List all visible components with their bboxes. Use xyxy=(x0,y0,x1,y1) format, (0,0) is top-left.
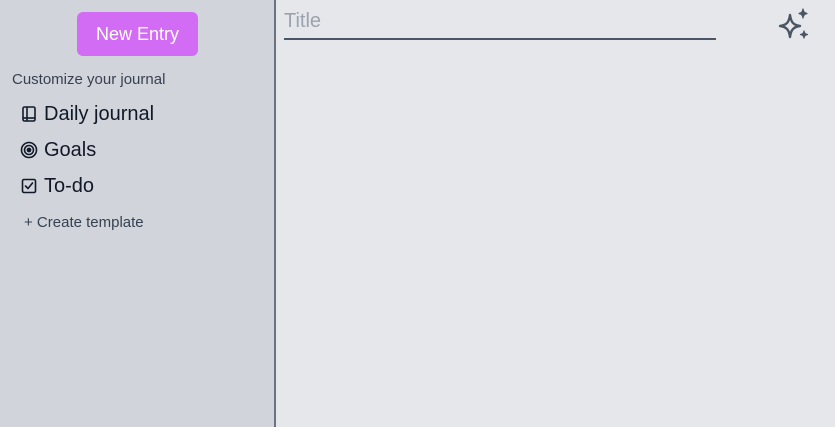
create-template-link[interactable]: + Create template xyxy=(24,214,144,231)
template-label: Goals xyxy=(44,138,97,161)
new-entry-button[interactable]: New Entry xyxy=(77,12,198,56)
template-label: Daily journal xyxy=(44,102,155,125)
template-list: Daily journal Goals To-do xyxy=(20,100,154,208)
app-window: New Entry Customize your journal Daily j… xyxy=(0,0,835,427)
customize-journal-heading: Customize your journal xyxy=(12,71,166,88)
title-input[interactable] xyxy=(284,4,716,40)
target-icon xyxy=(20,141,38,159)
template-label: To-do xyxy=(44,174,95,197)
ai-sparkle-button[interactable] xyxy=(774,6,814,44)
editor-pane xyxy=(276,0,835,427)
book-icon xyxy=(20,105,38,123)
checkbox-icon xyxy=(20,177,38,195)
template-item-goals[interactable]: Goals xyxy=(20,136,154,164)
template-item-to-do[interactable]: To-do xyxy=(20,172,154,200)
template-item-daily-journal[interactable]: Daily journal xyxy=(20,100,154,128)
sparkles-icon xyxy=(778,8,809,39)
sidebar: New Entry Customize your journal Daily j… xyxy=(0,0,276,427)
